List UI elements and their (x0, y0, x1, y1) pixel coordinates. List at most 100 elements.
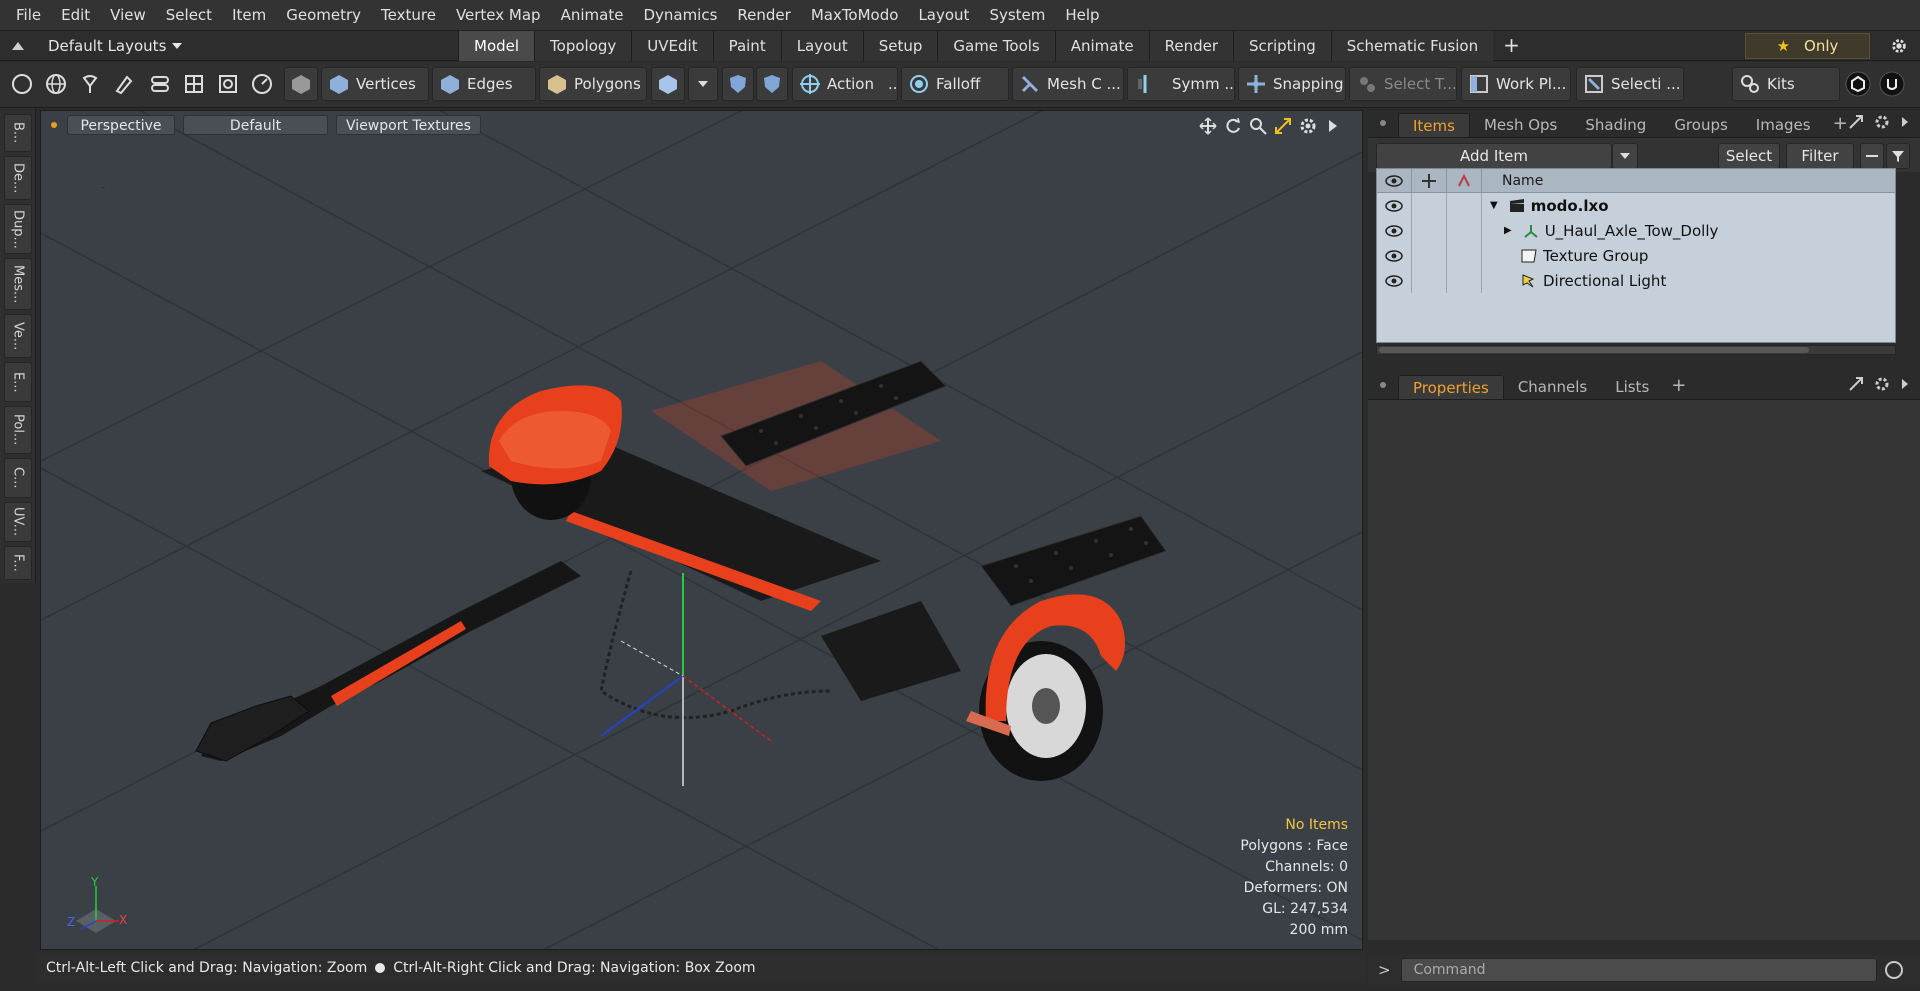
3d-viewport[interactable]: - Perspective Default Viewport Textures … (40, 110, 1363, 950)
menu-animate[interactable]: Animate (551, 0, 634, 31)
tab-properties[interactable]: Properties (1398, 375, 1504, 399)
select-button[interactable]: Select (1718, 143, 1780, 169)
tab-scripting[interactable]: Scripting (1233, 31, 1331, 61)
panel-gear-icon[interactable] (1874, 376, 1890, 392)
left-tab-duplicate[interactable]: Dup... (4, 204, 32, 254)
left-tab-fusion[interactable]: F... (4, 546, 32, 580)
tab-render[interactable]: Render (1148, 31, 1234, 61)
collapsed-triangle-icon[interactable]: ▶ (1504, 225, 1512, 236)
type-column-icon[interactable] (1447, 168, 1482, 193)
tab-lists[interactable]: Lists (1601, 375, 1663, 399)
item-row-directional-light[interactable]: Directional Light (1377, 268, 1895, 293)
left-tab-curve[interactable]: C... (4, 458, 32, 498)
loop-icon[interactable] (146, 70, 174, 98)
maximize-view-icon[interactable] (1273, 116, 1292, 135)
grid-select-icon[interactable] (180, 70, 208, 98)
viewport-menu-dot[interactable] (51, 122, 57, 128)
expand-triangle-icon[interactable]: ▼ (1490, 200, 1498, 211)
shading-dropdown[interactable]: Default (183, 115, 328, 135)
zoom-view-icon[interactable] (1248, 116, 1267, 135)
unreal-icon[interactable] (1878, 70, 1906, 98)
left-tab-edge[interactable]: E... (4, 362, 32, 402)
select-through-button[interactable]: Select T... (1349, 67, 1457, 101)
left-tab-polygon[interactable]: Pol... (4, 406, 32, 454)
perspective-dropdown[interactable]: Perspective (67, 115, 175, 135)
tab-uvedit[interactable]: UVEdit (631, 31, 713, 61)
panel-menu-dot[interactable] (1380, 120, 1386, 126)
item-row-texture-group[interactable]: Texture Group (1377, 243, 1895, 268)
left-tab-vertex[interactable]: Ve... (4, 314, 32, 358)
collapse-up-icon[interactable] (12, 42, 24, 50)
tab-setup[interactable]: Setup (862, 31, 938, 61)
viewport-scene[interactable]: - (41, 111, 1363, 950)
gear-icon[interactable] (1890, 37, 1908, 55)
tab-channels[interactable]: Channels (1504, 375, 1601, 399)
left-tab-mesh-edit[interactable]: Mes... (4, 258, 32, 310)
frame-select-icon[interactable] (214, 70, 242, 98)
lasso-icon[interactable] (76, 70, 104, 98)
items-horizontal-scrollbar[interactable] (1376, 345, 1896, 355)
collapse-button[interactable] (1860, 143, 1884, 169)
menu-dynamics[interactable]: Dynamics (633, 0, 727, 31)
mesh-constraint-button[interactable]: Mesh C ... (1012, 67, 1124, 101)
lock-column-icon[interactable] (1412, 168, 1447, 193)
command-input[interactable]: Command (1400, 958, 1877, 982)
item-mode-button[interactable] (284, 67, 318, 101)
mode-dropdown-button[interactable] (688, 67, 718, 101)
menu-geometry[interactable]: Geometry (276, 0, 371, 31)
menu-item[interactable]: Item (222, 0, 276, 31)
panel-expand-icon[interactable] (1900, 376, 1910, 392)
visibility-column-icon[interactable] (1377, 168, 1412, 193)
tab-shading[interactable]: Shading (1571, 113, 1660, 137)
tab-items[interactable]: Items (1398, 113, 1470, 137)
default-layouts-dropdown[interactable]: Default Layouts (0, 31, 183, 61)
menu-texture[interactable]: Texture (371, 0, 446, 31)
tab-paint[interactable]: Paint (712, 31, 781, 61)
panel-expand-icon[interactable] (1900, 114, 1910, 130)
action-center-button[interactable]: Action... (792, 67, 898, 101)
tab-model[interactable]: Model (458, 31, 535, 61)
panel-menu-dot[interactable] (1380, 382, 1386, 388)
left-tab-uv[interactable]: UV... (4, 502, 32, 542)
add-item-dropdown[interactable] (1612, 143, 1638, 169)
menu-system[interactable]: System (979, 0, 1055, 31)
work-plane-button[interactable]: Work Pl... (1461, 67, 1571, 101)
tab-schematic-fusion[interactable]: Schematic Fusion (1330, 31, 1494, 61)
tab-mesh-ops[interactable]: Mesh Ops (1470, 113, 1571, 137)
transform-gizmo[interactable] (600, 573, 772, 786)
record-macro-icon[interactable] (1884, 961, 1903, 979)
visibility-eye-icon[interactable] (1377, 268, 1412, 293)
add-tab-button[interactable]: + (1493, 31, 1530, 61)
viewport-gear-icon[interactable] (1298, 116, 1317, 135)
only-button[interactable]: ★ Only (1745, 33, 1870, 59)
tab-images[interactable]: Images (1742, 113, 1825, 137)
material-mode-button[interactable] (651, 67, 685, 101)
kits-button[interactable]: Kits (1732, 67, 1840, 101)
move-view-icon[interactable] (1198, 116, 1217, 135)
selection-sets-button[interactable]: Selecti ... (1576, 67, 1684, 101)
visibility-eye-icon[interactable] (1377, 243, 1412, 268)
menu-view[interactable]: View (100, 0, 156, 31)
tab-game-tools[interactable]: Game Tools (937, 31, 1055, 61)
menu-render[interactable]: Render (727, 0, 800, 31)
snapping-button[interactable]: Snapping (1238, 67, 1346, 101)
menu-layout[interactable]: Layout (908, 0, 979, 31)
add-panel-tab-button[interactable]: + (1663, 375, 1694, 399)
brush-icon[interactable] (110, 70, 138, 98)
visibility-eye-icon[interactable] (1377, 193, 1412, 218)
polygons-button[interactable]: Polygons (539, 67, 647, 101)
scrollbar-thumb[interactable] (1379, 347, 1809, 353)
globe-icon[interactable] (42, 70, 70, 98)
tab-layout[interactable]: Layout (780, 31, 863, 61)
pop-out-icon[interactable] (1848, 376, 1864, 392)
falloff-button[interactable]: Falloff (901, 67, 1009, 101)
visibility-eye-icon[interactable] (1377, 218, 1412, 243)
rotate-view-icon[interactable] (1223, 116, 1242, 135)
menu-help[interactable]: Help (1055, 0, 1109, 31)
menu-maxtomodo[interactable]: MaxToModo (801, 0, 909, 31)
tab-animate[interactable]: Animate (1054, 31, 1149, 61)
funnel-button[interactable] (1886, 143, 1910, 169)
symmetry-button[interactable]: Symm ... (1127, 67, 1235, 101)
tab-groups[interactable]: Groups (1660, 113, 1741, 137)
menu-file[interactable]: File (6, 0, 51, 31)
